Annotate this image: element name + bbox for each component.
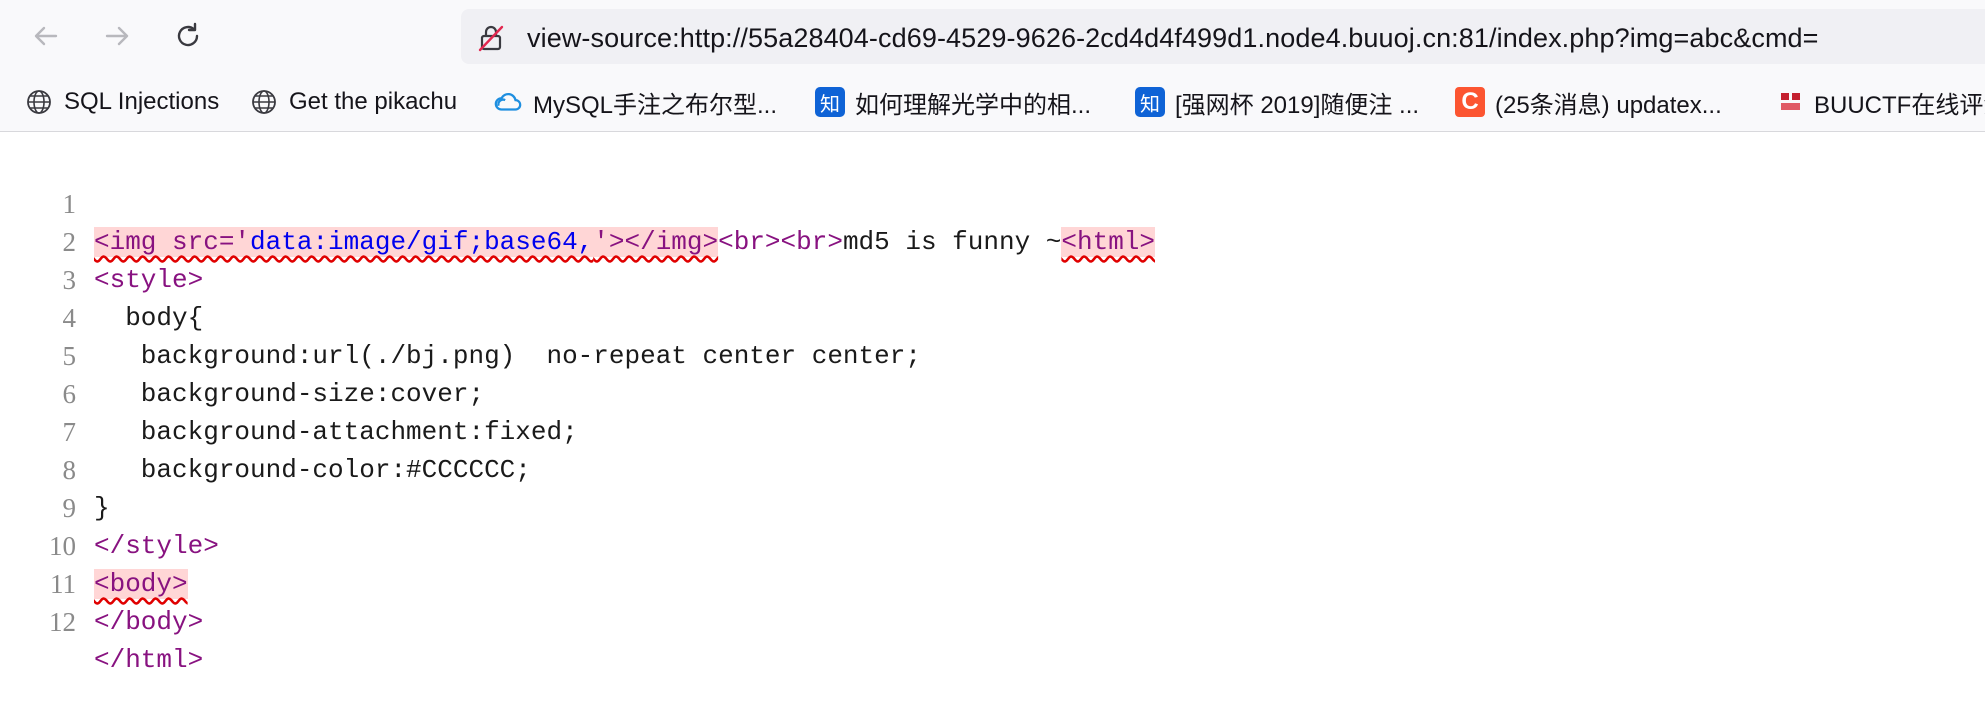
source-line: 11 </body> (0, 527, 1985, 637)
source-line: 3 body{ (0, 223, 1985, 333)
source-line: 4 background:url(./bj.png) no-repeat cen… (0, 261, 1985, 371)
source-line: 6 background-attachment:fixed; (0, 337, 1985, 447)
reload-icon (177, 22, 199, 47)
page-source-view: 1 <img src='data:image/gif;base64,'></im… (0, 147, 1985, 675)
bookmark-zhihu-optics[interactable]: 知 如何理解光学中的相... (815, 84, 1091, 120)
back-button[interactable] (26, 16, 66, 56)
globe-icon (249, 87, 279, 117)
address-bar[interactable]: view-source:http://55a28404-cd69-4529-96… (461, 9, 1985, 64)
arrow-right-icon (105, 26, 129, 46)
bookmark-sql-injections[interactable]: SQL Injections (24, 84, 219, 120)
source-line: 5 background-size:cover; (0, 299, 1985, 409)
buuctf-icon (1778, 87, 1804, 117)
zhihu-icon: 知 (815, 87, 845, 117)
source-line: 1 <img src='data:image/gif;base64,'></im… (0, 147, 1985, 257)
bookmarks-bar: SQL Injections Get the pikachu MySQL手注之布… (0, 72, 1985, 132)
source-line: 9 </style> (0, 451, 1985, 561)
bookmark-label: (25条消息) updatex... (1495, 91, 1722, 119)
not-secure-lock-icon[interactable] (475, 22, 507, 54)
line-number: 12 (49, 607, 76, 637)
bookmark-buuctf[interactable]: BUUCTF在线评测 (1778, 84, 1985, 120)
code-text: </html> (94, 645, 204, 675)
bookmark-label: MySQL手注之布尔型... (533, 91, 778, 119)
bookmark-label: BUUCTF在线评测 (1814, 91, 1985, 119)
source-line: 10 <body> (0, 489, 1985, 599)
reload-button[interactable] (168, 16, 208, 56)
browser-toolbar: view-source:http://55a28404-cd69-4529-96… (0, 0, 1985, 72)
bookmark-label: SQL Injections (64, 88, 220, 115)
csdn-icon: C (1455, 87, 1485, 117)
arrow-left-icon (34, 26, 58, 46)
cloud-icon (493, 87, 523, 117)
source-line: 8 } (0, 413, 1985, 523)
url-text[interactable]: view-source:http://55a28404-cd69-4529-96… (527, 23, 1819, 54)
bookmark-label: Get the pikachu (289, 88, 458, 115)
bookmark-label: 如何理解光学中的相... (855, 91, 1092, 119)
globe-icon (24, 87, 54, 117)
bookmark-mysql-boolean[interactable]: MySQL手注之布尔型... (493, 84, 777, 120)
bookmark-qwb-2019[interactable]: 知 [强网杯 2019]随便注 ... (1135, 84, 1419, 120)
code-text: </body> (94, 607, 204, 637)
bookmark-get-the-pikachu[interactable]: Get the pikachu (249, 84, 457, 120)
zhihu-icon: 知 (1135, 87, 1165, 117)
source-line: 2 <style> (0, 185, 1985, 295)
source-line: 7 background-color:#CCCCCC; (0, 375, 1985, 485)
bookmark-csdn-updatexml[interactable]: C (25条消息) updatex... (1455, 84, 1722, 120)
bookmark-label: [强网杯 2019]随便注 ... (1175, 91, 1420, 119)
forward-button[interactable] (97, 16, 137, 56)
source-line: 12 </html> (0, 565, 1985, 675)
